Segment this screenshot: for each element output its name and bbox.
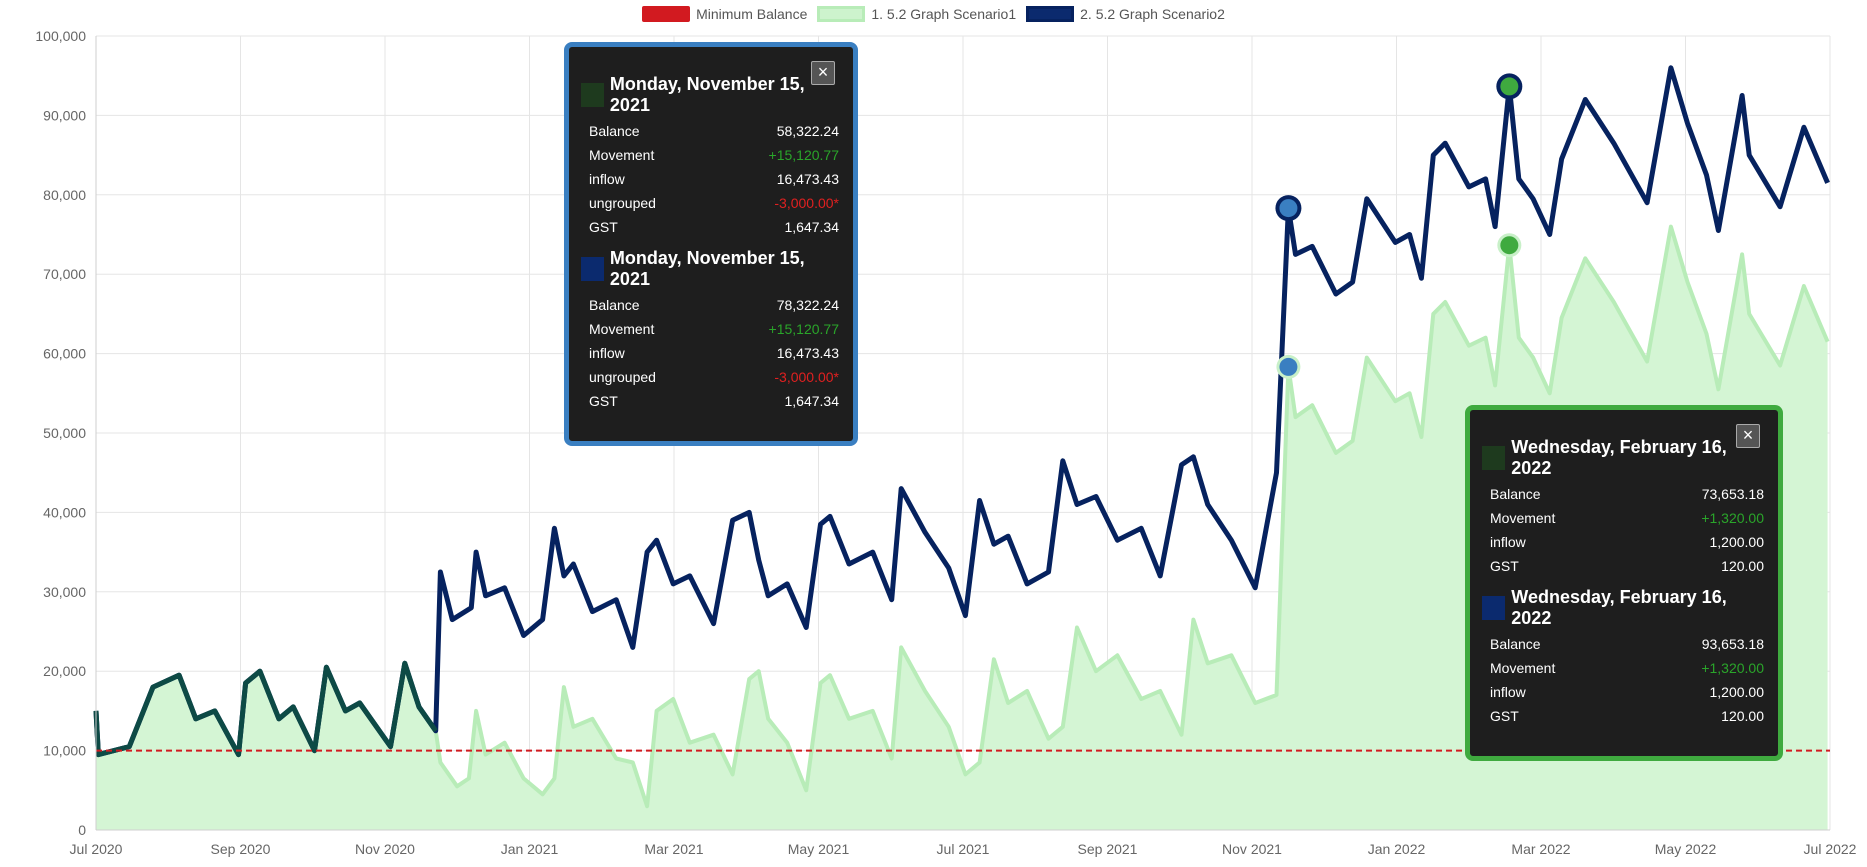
tooltip-header: Wednesday, February 16, 2022 [1482, 587, 1764, 628]
tooltip-row-inflow: inflow 1,200.00 [1490, 534, 1764, 550]
legend-item-minimum-balance[interactable]: Minimum Balance [642, 6, 807, 22]
series-swatch [1482, 446, 1506, 470]
x-tick-label: Nov 2021 [1222, 841, 1282, 857]
x-tick-label: Jul 2022 [1804, 841, 1857, 857]
tooltip-row-movement: Movement +1,320.00 [1490, 660, 1764, 676]
tooltip-row-gst: GST 120.00 [1490, 558, 1764, 574]
legend-item-scenario2[interactable]: 2. 5.2 Graph Scenario2 [1026, 6, 1225, 22]
x-tick-label: Jan 2022 [1368, 841, 1426, 857]
tooltip-date: Wednesday, February 16, 2022 [1511, 587, 1727, 628]
x-tick-label: Sep 2020 [211, 841, 271, 857]
tooltip-row-gst: GST 1,647.34 [589, 219, 839, 235]
y-tick-label: 40,000 [43, 504, 86, 520]
tooltip-row-inflow: inflow 16,473.43 [589, 345, 839, 361]
tooltip-section-scenario1: Monday, November 15, 2021 Balance 58,322.… [581, 74, 839, 239]
tooltip-row-gst: GST 1,647.34 [589, 393, 839, 409]
highlight-point [1500, 77, 1519, 96]
x-tick-label: Mar 2021 [644, 841, 703, 857]
x-tick-label: May 2022 [1655, 841, 1717, 857]
tooltip-row-ungrouped: ungrouped -3,000.00* [589, 369, 839, 385]
tooltip-feb-16-2022: × Wednesday, February 16, 2022 Balance 73… [1465, 405, 1783, 761]
tooltip-nov-15-2021: × Monday, November 15, 2021 Balance 58,32… [564, 42, 858, 446]
tooltip-row-balance: Balance 93,653.18 [1490, 636, 1764, 652]
tooltip-header: Wednesday, February 16, 2022 [1482, 437, 1764, 478]
x-tick-label: May 2021 [788, 841, 850, 857]
tooltip-date: Monday, November 15, 2021 [609, 74, 805, 115]
y-tick-label: 90,000 [43, 107, 86, 123]
legend-label: 2. 5.2 Graph Scenario2 [1080, 6, 1225, 22]
tooltip-row-inflow: inflow 16,473.43 [589, 171, 839, 187]
highlight-point [1279, 357, 1298, 376]
y-tick-label: 80,000 [43, 187, 86, 203]
tooltip-header: Monday, November 15, 2021 [581, 248, 839, 289]
legend-label: 1. 5.2 Graph Scenario1 [871, 6, 1017, 22]
tooltip-row-ungrouped: ungrouped -3,000.00* [589, 195, 839, 211]
tooltip-row-movement: Movement +1,320.00 [1490, 510, 1764, 526]
x-tick-label: Mar 2022 [1511, 841, 1570, 857]
tooltip-row-movement: Movement +15,120.77 [589, 147, 839, 163]
y-tick-label: 0 [78, 822, 86, 838]
tooltip-date: Wednesday, February 16, 2022 [1511, 437, 1727, 478]
x-tick-label: Jul 2021 [937, 841, 990, 857]
tooltip-section-scenario2: Monday, November 15, 2021 Balance 78,322.… [581, 248, 839, 413]
legend-swatch [1026, 6, 1075, 22]
x-tick-label: Jul 2020 [70, 841, 123, 857]
legend-item-scenario1[interactable]: 1. 5.2 Graph Scenario1 [817, 6, 1016, 22]
tooltip-row-movement: Movement +15,120.77 [589, 321, 839, 337]
tooltip-row-balance: Balance 58,322.24 [589, 123, 839, 139]
y-tick-label: 50,000 [43, 425, 86, 441]
highlight-point [1279, 199, 1298, 218]
series-swatch [581, 257, 604, 281]
x-tick-label: Sep 2021 [1078, 841, 1138, 857]
highlight-point [1500, 236, 1519, 255]
legend-label: Minimum Balance [696, 6, 808, 22]
tooltip-section-scenario2: Wednesday, February 16, 2022 Balance 93,6… [1482, 587, 1764, 728]
tooltip-section-scenario1: Wednesday, February 16, 2022 Balance 73,6… [1482, 437, 1764, 578]
tooltip-header: Monday, November 15, 2021 [581, 74, 839, 115]
y-tick-label: 20,000 [43, 663, 86, 679]
tooltip-date: Monday, November 15, 2021 [609, 248, 805, 289]
y-tick-label: 70,000 [43, 266, 86, 282]
tooltip-row-inflow: inflow 1,200.00 [1490, 684, 1764, 700]
legend-swatch [642, 6, 691, 22]
y-tick-label: 10,000 [43, 743, 86, 759]
x-tick-label: Nov 2020 [355, 841, 415, 857]
series-swatch [581, 83, 604, 107]
series-swatch [1482, 596, 1506, 620]
y-tick-label: 100,000 [35, 28, 86, 44]
y-tick-label: 30,000 [43, 584, 86, 600]
tooltip-row-balance: Balance 73,653.18 [1490, 486, 1764, 502]
legend-swatch [817, 6, 866, 22]
y-tick-label: 60,000 [43, 346, 86, 362]
legend: Minimum Balance 1. 5.2 Graph Scenario1 2… [0, 6, 1867, 22]
tooltip-row-balance: Balance 78,322.24 [589, 297, 839, 313]
x-tick-label: Jan 2021 [501, 841, 559, 857]
tooltip-row-gst: GST 120.00 [1490, 708, 1764, 724]
